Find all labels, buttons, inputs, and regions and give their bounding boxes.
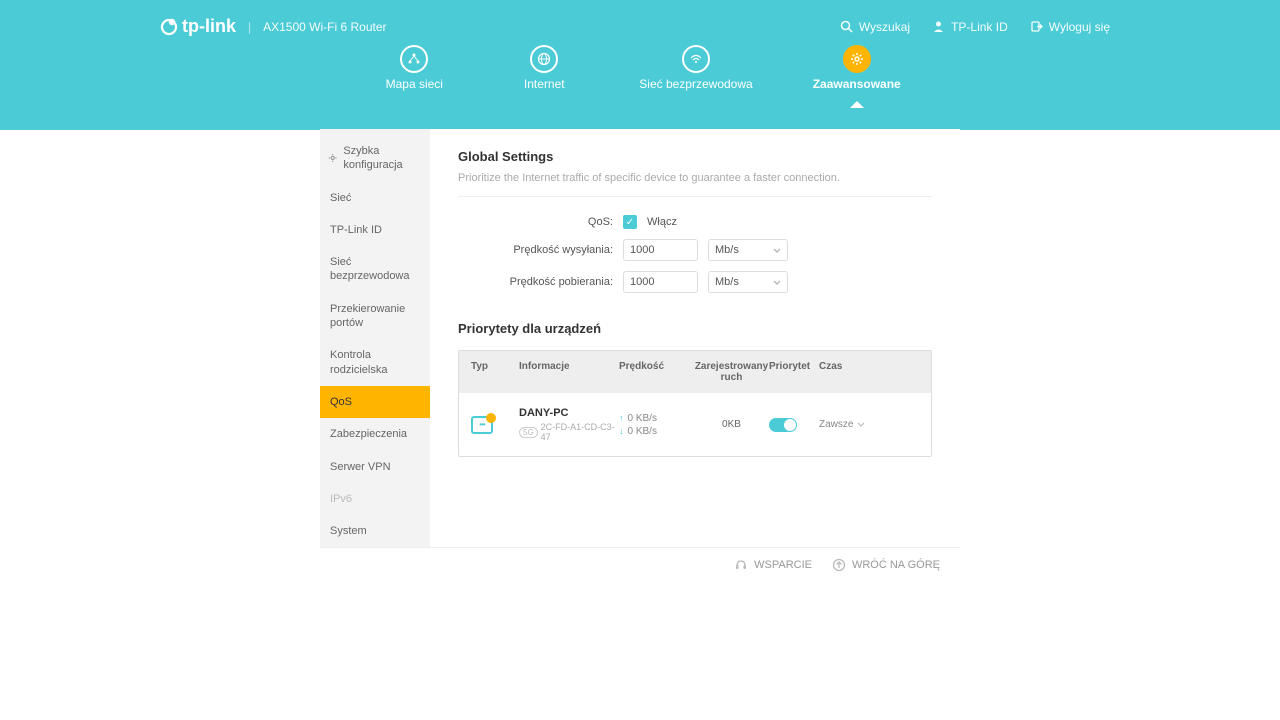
sidebar-item-ipv6[interactable]: IPv6 — [320, 483, 430, 515]
top-label: WRÓĆ NA GÓRĘ — [852, 559, 940, 571]
main-content: Global Settings Prioritize the Internet … — [430, 129, 960, 547]
sidebar-item-system[interactable]: System — [320, 515, 430, 547]
time-select[interactable]: Zawsze — [819, 419, 869, 430]
device-priority-table: Typ Informacje Prędkość Zarejestrowany r… — [458, 350, 932, 457]
wifi-icon — [682, 45, 710, 73]
globe-icon — [530, 45, 558, 73]
device-priority-title: Priorytety dla urządzeń — [458, 321, 932, 336]
sidebar-item-vpn[interactable]: Serwer VPN — [320, 451, 430, 483]
sidebar-label: Zabezpieczenia — [330, 427, 407, 441]
download-speed-label: Prędkość pobierania: — [458, 276, 613, 288]
sidebar-label: Sieć — [330, 191, 351, 205]
col-priority: Priorytet — [769, 361, 819, 383]
col-info: Informacje — [519, 361, 619, 383]
device-mac: 2C-FD-A1-CD-C3-47 — [541, 422, 619, 442]
footer: WSPARCIE WRÓĆ NA GÓRĘ — [320, 547, 960, 582]
download-speed-input[interactable] — [623, 271, 698, 293]
logout-action[interactable]: Wyloguj się — [1030, 20, 1110, 34]
gear-icon — [843, 45, 871, 73]
upload-unit-value: Mb/s — [715, 244, 739, 256]
nav-map-label: Mapa sieci — [386, 77, 443, 91]
search-icon — [840, 20, 853, 33]
priority-toggle[interactable] — [769, 418, 797, 432]
sidebar-item-port-forwarding[interactable]: Przekierowanie portów — [320, 293, 430, 340]
sidebar-quick-label: Szybka konfiguracja — [343, 144, 420, 173]
col-traffic: Zarejestrowany ruch — [694, 361, 769, 383]
headset-icon — [734, 558, 748, 572]
arrow-up-icon: ↑ — [619, 413, 624, 423]
table-row: DANY-PC 5G 2C-FD-A1-CD-C3-47 ↑ 0 KB/s ↓ 0 … — [459, 393, 931, 456]
nav-wireless-label: Sieć bezprzewodowa — [639, 77, 752, 91]
download-rate: 0 KB/s — [628, 426, 657, 437]
col-type: Typ — [471, 361, 519, 383]
traffic-value: 0KB — [694, 419, 769, 430]
sidebar: Szybka konfiguracja Sieć TP-Link ID Sieć… — [320, 129, 430, 547]
sidebar-item-qos[interactable]: QoS — [320, 386, 430, 418]
sidebar-label: Przekierowanie portów — [330, 302, 420, 331]
sidebar-label: Sieć bezprzewodowa — [330, 255, 420, 284]
sidebar-item-network[interactable]: Sieć — [320, 182, 430, 214]
brand: tp-link | AX1500 Wi-Fi 6 Router — [160, 16, 387, 37]
sidebar-item-parental[interactable]: Kontrola rodzicielska — [320, 339, 430, 386]
sidebar-item-wireless[interactable]: Sieć bezprzewodowa — [320, 246, 430, 293]
search-label: Wyszukaj — [859, 20, 910, 34]
enable-label: Włącz — [647, 216, 677, 228]
qos-label: QoS: — [458, 216, 613, 228]
search-action[interactable]: Wyszukaj — [840, 20, 910, 34]
chevron-down-icon — [857, 422, 865, 427]
tplink-id-label: TP-Link ID — [951, 20, 1008, 34]
brand-text: tp-link — [182, 16, 236, 37]
download-unit-select[interactable]: Mb/s — [708, 271, 788, 293]
nav-internet-label: Internet — [524, 77, 565, 91]
nav-advanced[interactable]: Zaawansowane — [813, 45, 901, 102]
arrow-up-circle-icon — [832, 558, 846, 572]
tplink-id-action[interactable]: TP-Link ID — [932, 20, 1008, 34]
sidebar-label: QoS — [330, 395, 352, 409]
sidebar-label: TP-Link ID — [330, 223, 382, 237]
model-label: AX1500 Wi-Fi 6 Router — [263, 20, 386, 34]
sidebar-item-tplink-id[interactable]: TP-Link ID — [320, 214, 430, 246]
user-icon — [932, 20, 945, 33]
nav-internet[interactable]: Internet — [509, 45, 579, 102]
col-time: Czas — [819, 361, 869, 383]
col-speed: Prędkość — [619, 361, 694, 383]
back-to-top-link[interactable]: WRÓĆ NA GÓRĘ — [832, 558, 940, 572]
device-type-icon — [471, 416, 493, 434]
download-unit-value: Mb/s — [715, 276, 739, 288]
chevron-down-icon — [773, 248, 781, 253]
arrow-down-icon: ↓ — [619, 426, 624, 436]
sidebar-quick-setup[interactable]: Szybka konfiguracja — [320, 135, 430, 182]
logout-label: Wyloguj się — [1049, 20, 1110, 34]
qos-checkbox[interactable]: ✓ — [623, 215, 637, 229]
logout-icon — [1030, 20, 1043, 33]
nav-wireless[interactable]: Sieć bezprzewodowa — [639, 45, 752, 102]
gear-small-icon — [328, 152, 337, 164]
sidebar-label: System — [330, 524, 367, 538]
time-value: Zawsze — [819, 419, 853, 430]
chevron-down-icon — [773, 280, 781, 285]
upload-speed-input[interactable] — [623, 239, 698, 261]
device-name: DANY-PC — [519, 407, 619, 419]
global-settings-title: Global Settings — [458, 149, 932, 164]
global-settings-subtitle: Prioritize the Internet traffic of speci… — [458, 172, 932, 197]
upload-rate: 0 KB/s — [628, 413, 657, 424]
network-map-icon — [400, 45, 428, 73]
sidebar-item-security[interactable]: Zabezpieczenia — [320, 418, 430, 450]
upload-speed-label: Prędkość wysyłania: — [458, 244, 613, 256]
support-link[interactable]: WSPARCIE — [734, 558, 812, 572]
sidebar-label: Kontrola rodzicielska — [330, 348, 420, 377]
support-label: WSPARCIE — [754, 559, 812, 571]
nav-network-map[interactable]: Mapa sieci — [379, 45, 449, 102]
upload-unit-select[interactable]: Mb/s — [708, 239, 788, 261]
nav-advanced-label: Zaawansowane — [813, 77, 901, 91]
brand-logo: tp-link — [160, 16, 236, 37]
device-badge-icon — [486, 413, 496, 423]
band-badge: 5G — [519, 427, 538, 438]
sidebar-label: Serwer VPN — [330, 460, 391, 474]
sidebar-label: IPv6 — [330, 492, 352, 506]
brand-separator: | — [248, 20, 251, 34]
